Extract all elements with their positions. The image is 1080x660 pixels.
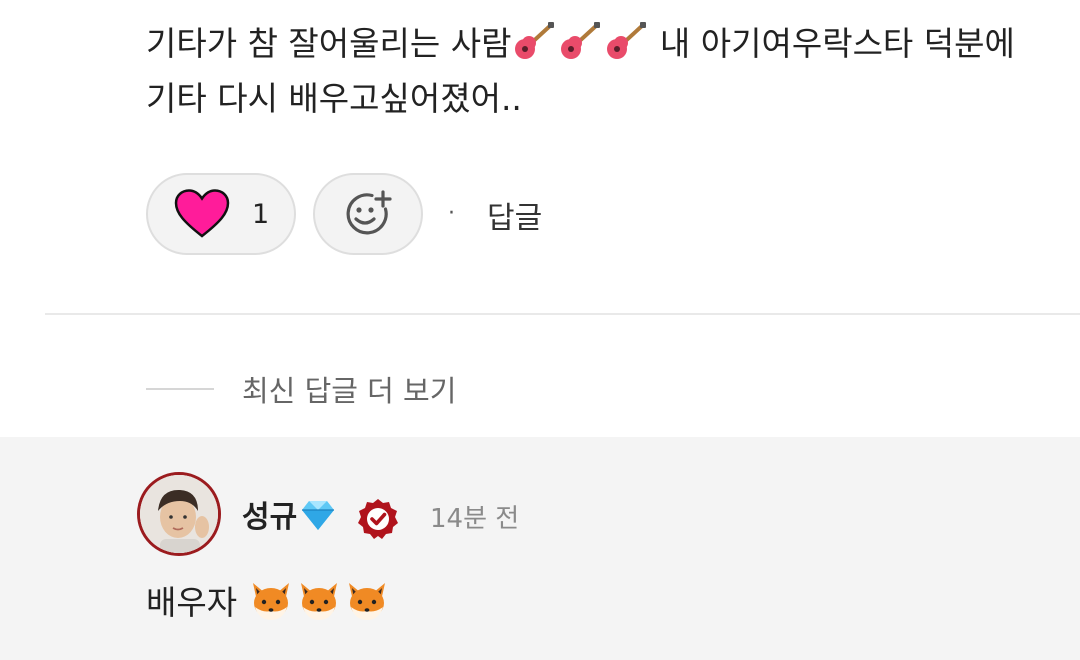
divider bbox=[45, 313, 1080, 315]
guitar-icon bbox=[515, 22, 555, 59]
add-reaction-icon bbox=[346, 190, 392, 235]
comment-text-part1: 기타가 참 잘어울리는 사람 bbox=[146, 24, 512, 63]
avatar[interactable] bbox=[137, 472, 221, 556]
fox-face-icon bbox=[253, 583, 290, 620]
reply-text: 배우자 bbox=[146, 576, 393, 624]
reply-author[interactable]: 성규 bbox=[242, 492, 337, 536]
like-count: 1 bbox=[252, 198, 270, 230]
fox-face-icon bbox=[301, 583, 338, 620]
verified-badge-icon bbox=[358, 499, 398, 539]
author-name: 성규 bbox=[242, 500, 298, 535]
heart-icon bbox=[174, 189, 230, 238]
fox-face-icon bbox=[349, 583, 386, 620]
reply-timestamp: 14분 전 bbox=[430, 504, 520, 534]
fox-emojis bbox=[249, 579, 393, 623]
separator-dot: · bbox=[448, 201, 455, 226]
avatar-photo bbox=[140, 475, 218, 553]
guitar-icon bbox=[607, 22, 647, 59]
guitar-icon bbox=[561, 22, 601, 59]
like-button[interactable]: 1 bbox=[146, 173, 296, 255]
reply-text-content: 배우자 bbox=[146, 583, 238, 622]
diamond-icon bbox=[302, 501, 335, 530]
guitar-emojis bbox=[511, 22, 649, 63]
reply-link[interactable]: 답글 bbox=[487, 193, 542, 237]
more-replies-link[interactable]: 최신 답글 더 보기 bbox=[242, 368, 456, 410]
more-replies-line bbox=[146, 388, 214, 390]
comment-text: 기타가 참 잘어울리는 사람 내 아기여우락스타 덕분에 기타 다시 배우고싶어… bbox=[146, 16, 1046, 126]
add-reaction-button[interactable] bbox=[313, 173, 423, 255]
reply-item: 성규 14분 전 배우자 bbox=[0, 437, 1080, 660]
